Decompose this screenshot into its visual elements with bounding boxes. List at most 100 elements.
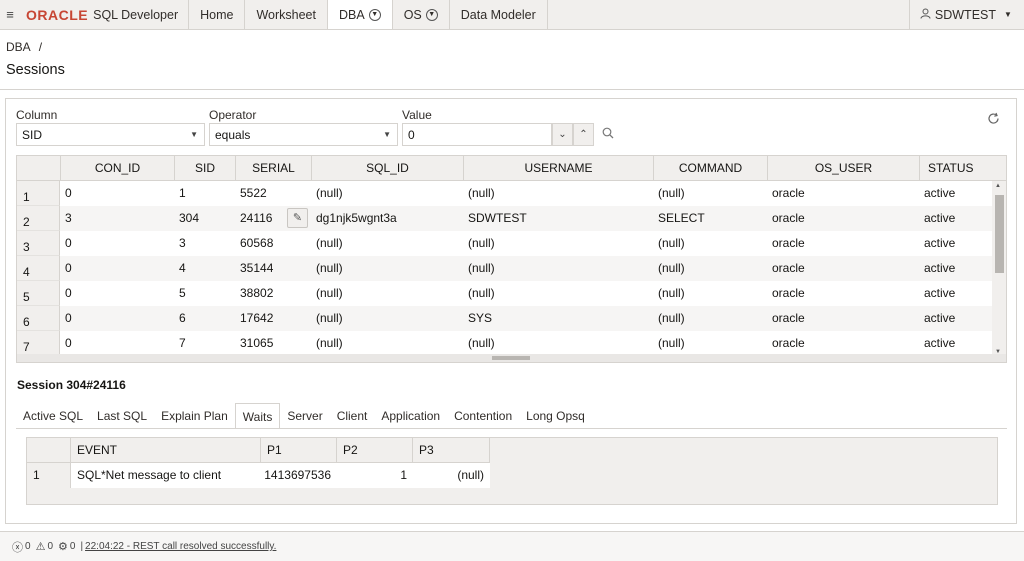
vertical-scrollbar[interactable]: ▲ ▼	[992, 181, 1006, 355]
tab-contention[interactable]: Contention	[447, 403, 519, 429]
pencil-icon[interactable]: ✎	[287, 208, 308, 228]
scrollbar-thumb[interactable]	[492, 356, 530, 360]
table-row[interactable]: 2 3 304 24116 ✎ dg1njk5wgnt3a SDWTEST SE…	[17, 206, 992, 231]
cell-username: (null)	[468, 336, 495, 350]
cell-sid: 3	[179, 236, 186, 250]
error-icon: ⓧ	[12, 541, 23, 554]
cell-username: (null)	[468, 236, 495, 250]
column-select[interactable]: SID ▼	[16, 123, 205, 146]
cell-con-id: 0	[65, 261, 72, 275]
nav-tab-data-modeler[interactable]: Data Modeler	[450, 0, 548, 29]
cell-sql-id: (null)	[316, 261, 343, 275]
row-number: 1	[17, 181, 60, 206]
status-bar: ⓧ 0 ⚠ 0 ⚙ 0 | 22:04:22 - REST call resol…	[0, 531, 1024, 561]
column-label: Column	[16, 108, 58, 122]
column-header-p3[interactable]: P3	[413, 438, 490, 463]
row-number: 2	[17, 206, 60, 231]
cell-serial: 17642	[240, 311, 274, 325]
column-header-os-user[interactable]: OS_USER	[768, 156, 920, 181]
scrollbar-thumb[interactable]	[995, 195, 1004, 273]
error-count-value: 0	[25, 541, 31, 552]
scroll-up-icon[interactable]: ▲	[995, 183, 1001, 189]
nav-tab-label: Worksheet	[256, 7, 316, 22]
tab-active-sql[interactable]: Active SQL	[16, 403, 90, 429]
status-message[interactable]: 22:04:22 - REST call resolved successful…	[85, 541, 276, 552]
cell-os-user: oracle	[772, 186, 805, 200]
column-header-serial[interactable]: SERIAL	[236, 156, 312, 181]
cell-serial: 35144	[240, 261, 274, 275]
cell-status: active	[924, 186, 956, 200]
top-bar: ≡ ORACLE SQL Developer Home Worksheet DB…	[0, 0, 1024, 30]
warning-count[interactable]: ⚠ 0	[36, 540, 53, 553]
status-separator: |	[80, 541, 84, 552]
operator-select[interactable]: equals ▼	[209, 123, 398, 146]
column-header-p1[interactable]: P1	[261, 438, 337, 463]
nav-tab-home[interactable]: Home	[189, 0, 246, 29]
table-row[interactable]: 1 0 1 5522 (null) (null) (null) oracle a…	[17, 181, 992, 206]
breadcrumb-dba[interactable]: DBA	[6, 40, 31, 54]
row-number: 4	[17, 256, 60, 281]
cell-status: active	[924, 261, 956, 275]
error-count[interactable]: ⓧ 0	[12, 539, 31, 555]
refresh-icon[interactable]	[987, 112, 1000, 128]
warning-icon: ⚠	[35, 541, 46, 553]
search-icon[interactable]	[602, 127, 614, 142]
sessions-grid: CON_ID SID SERIAL SQL_ID USERNAME COMMAN…	[16, 155, 1007, 363]
tab-explain-plan[interactable]: Explain Plan	[154, 403, 235, 429]
column-header-command[interactable]: COMMAND	[654, 156, 768, 181]
sessions-panel: Column SID ▼ Operator equals ▼ Value 0 ⌄…	[5, 98, 1017, 524]
hamburger-icon[interactable]: ≡	[0, 0, 20, 29]
cell-command: (null)	[658, 236, 685, 250]
product-name: SQL Developer	[93, 7, 179, 22]
cell-status: active	[924, 336, 956, 350]
cell-sql-id: (null)	[316, 336, 343, 350]
nav-tab-os[interactable]: OS ▼	[393, 0, 450, 29]
chevron-down-icon[interactable]: ▼	[368, 8, 381, 21]
table-row[interactable]: 4 0 4 35144 (null) (null) (null) oracle …	[17, 256, 992, 281]
cell-os-user: oracle	[772, 311, 805, 325]
column-header-username[interactable]: USERNAME	[464, 156, 654, 181]
user-menu[interactable]: SDWTEST ▼	[908, 0, 1024, 29]
column-header-p2[interactable]: P2	[337, 438, 413, 463]
chevron-down-icon[interactable]: ⌄	[552, 123, 573, 146]
settings-count-value: 0	[69, 541, 76, 552]
cell-con-id: 3	[65, 211, 72, 225]
chevron-down-icon[interactable]: ▼	[425, 8, 438, 21]
warning-count-value: 0	[47, 541, 53, 552]
column-header-status[interactable]: STATUS	[920, 156, 1006, 181]
breadcrumb-separator: /	[38, 40, 43, 54]
tab-waits[interactable]: Waits	[234, 403, 281, 429]
waits-panel: EVENT P1 P2 P3 1 SQL*Net message to clie…	[26, 437, 998, 505]
session-tabs: Active SQL Last SQL Explain Plan Waits S…	[16, 403, 592, 429]
operator-select-value: equals	[215, 128, 251, 142]
breadcrumb: DBA /	[6, 40, 42, 54]
table-row[interactable]: 3 0 3 60568 (null) (null) (null) oracle …	[17, 231, 992, 256]
nav-tab-dba[interactable]: DBA ▼	[327, 0, 393, 29]
value-input-text: 0	[408, 128, 415, 142]
row-number-header	[27, 438, 71, 463]
tab-server[interactable]: Server	[280, 403, 329, 429]
value-input[interactable]: 0	[402, 123, 552, 146]
cell-sql-id: (null)	[316, 286, 343, 300]
settings-count[interactable]: ⚙ 0	[58, 540, 75, 553]
column-header-event[interactable]: EVENT	[71, 438, 261, 463]
column-header-sid[interactable]: SID	[175, 156, 236, 181]
table-row[interactable]: 6 0 6 17642 (null) SYS (null) oracle act…	[17, 306, 992, 331]
tab-application[interactable]: Application	[374, 403, 447, 429]
table-row[interactable]: 5 0 5 38802 (null) (null) (null) oracle …	[17, 281, 992, 306]
tab-client[interactable]: Client	[330, 403, 375, 429]
tab-long-ops[interactable]: Long Opsq	[519, 403, 592, 429]
cell-sid: 5	[179, 286, 186, 300]
column-header-sql-id[interactable]: SQL_ID	[312, 156, 464, 181]
nav-tab-worksheet[interactable]: Worksheet	[245, 0, 328, 29]
nav-tab-label: Home	[200, 7, 234, 22]
tab-last-sql[interactable]: Last SQL	[90, 403, 154, 429]
horizontal-scrollbar[interactable]	[17, 354, 1006, 362]
table-row[interactable]: 7 0 7 31065 (null) (null) (null) oracle …	[17, 331, 992, 356]
brand[interactable]: ORACLE SQL Developer	[20, 0, 190, 29]
page-title: Sessions	[6, 62, 65, 78]
chevron-up-icon[interactable]: ⌃	[573, 123, 594, 146]
gear-icon: ⚙	[58, 541, 68, 553]
cell-os-user: oracle	[772, 211, 805, 225]
column-header-con-id[interactable]: CON_ID	[61, 156, 175, 181]
